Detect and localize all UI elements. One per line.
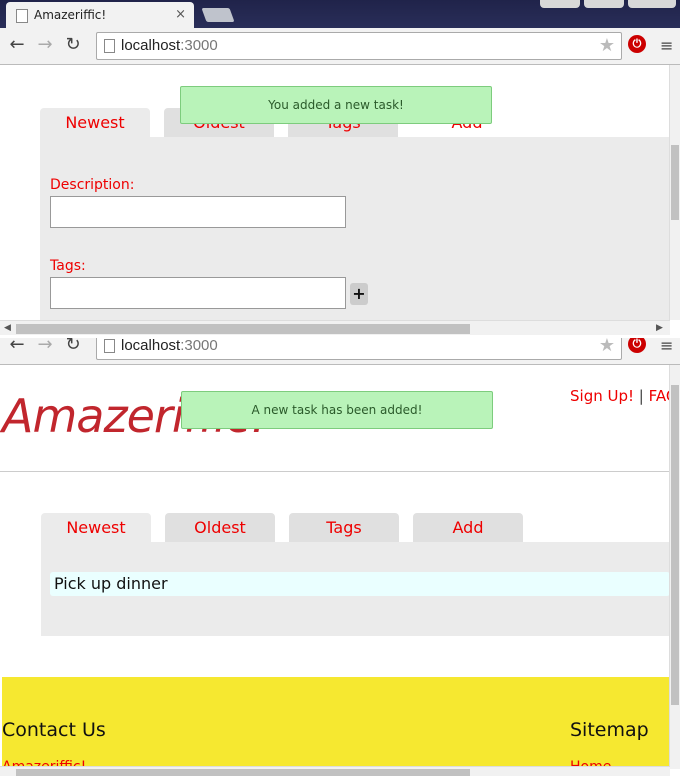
address-bar[interactable]: localhost:3000 ★ bbox=[96, 32, 622, 60]
description-label: Description: bbox=[50, 177, 135, 193]
window-close-button[interactable] bbox=[628, 0, 676, 8]
horizontal-scroll-thumb[interactable] bbox=[16, 769, 470, 776]
close-icon[interactable]: × bbox=[175, 7, 186, 22]
page-icon bbox=[104, 39, 115, 53]
task-item: Pick up dinner bbox=[50, 572, 670, 596]
browser-toolbar: ← → ↻ localhost:3000 ★ ⏻ ≡ bbox=[0, 28, 680, 65]
nav-separator: | bbox=[638, 387, 644, 405]
page-icon bbox=[16, 9, 28, 23]
url-text: localhost:3000 bbox=[121, 37, 218, 54]
page-content: Amazeriffic! Sign Up! | FAQ Newest Oldes… bbox=[0, 365, 670, 769]
browser-toolbar: ← → ↻ localhost:3000 ★ ⏻ ≡ bbox=[0, 338, 680, 365]
page-icon bbox=[104, 339, 115, 353]
back-icon[interactable]: ← bbox=[6, 338, 28, 356]
forward-icon[interactable]: → bbox=[34, 338, 56, 356]
top-nav: Sign Up! | FAQ bbox=[570, 387, 670, 405]
tab-strip: Amazeriffic! × bbox=[0, 0, 680, 30]
horizontal-scroll-thumb[interactable] bbox=[16, 324, 470, 334]
page-content: Newest Oldest Tags Add Description: Tags… bbox=[0, 65, 670, 320]
tab-tags[interactable]: Tags bbox=[289, 513, 399, 542]
add-tag-button[interactable]: + bbox=[350, 283, 368, 305]
address-bar[interactable]: localhost:3000 ★ bbox=[96, 338, 622, 360]
tab-newest[interactable]: Newest bbox=[41, 513, 151, 542]
bookmark-star-icon[interactable]: ★ bbox=[599, 338, 615, 356]
url-text: localhost:3000 bbox=[121, 338, 218, 354]
signup-link[interactable]: Sign Up! bbox=[570, 387, 634, 405]
forward-icon[interactable]: → bbox=[34, 34, 56, 56]
reload-icon[interactable]: ↻ bbox=[62, 34, 84, 56]
toast-notification: A new task has been added! bbox=[181, 391, 493, 429]
tab-title: Amazeriffic! bbox=[34, 8, 107, 22]
scroll-right-icon[interactable]: ▶ bbox=[656, 323, 663, 333]
maximize-button[interactable] bbox=[584, 0, 624, 8]
vertical-scrollbar[interactable] bbox=[669, 365, 680, 769]
tags-label: Tags: bbox=[50, 258, 86, 274]
extension-icon[interactable]: ⏻ bbox=[628, 35, 646, 53]
menu-icon[interactable]: ≡ bbox=[660, 338, 673, 355]
vertical-scroll-thumb[interactable] bbox=[671, 145, 679, 220]
tags-input[interactable] bbox=[50, 277, 346, 309]
horizontal-scrollbar[interactable] bbox=[0, 766, 670, 776]
vertical-scrollbar[interactable] bbox=[669, 65, 680, 320]
description-input[interactable] bbox=[50, 196, 346, 228]
faq-link[interactable]: FAQ bbox=[649, 387, 670, 405]
back-icon[interactable]: ← bbox=[6, 34, 28, 56]
tab-add[interactable]: Add bbox=[413, 513, 523, 542]
browser-window-bottom: ← → ↻ localhost:3000 ★ ⏻ ≡ Amazeriffic! … bbox=[0, 338, 680, 776]
toast-notification: You added a new task! bbox=[180, 86, 492, 124]
vertical-scroll-thumb[interactable] bbox=[671, 385, 679, 705]
browser-tab[interactable]: Amazeriffic! × bbox=[6, 2, 194, 30]
sitemap-heading: Sitemap bbox=[570, 719, 649, 741]
browser-window-top: Amazeriffic! × ← → ↻ localhost:3000 ★ ⏻ … bbox=[0, 0, 680, 340]
extension-icon[interactable]: ⏻ bbox=[628, 338, 646, 353]
minimize-button[interactable] bbox=[540, 0, 580, 8]
scroll-left-icon[interactable]: ◀ bbox=[4, 323, 11, 333]
menu-icon[interactable]: ≡ bbox=[660, 36, 673, 55]
footer: Contact Us Sitemap Amazeriffic! Home bbox=[2, 677, 670, 769]
contact-heading: Contact Us bbox=[2, 719, 106, 741]
new-tab-button[interactable] bbox=[201, 8, 235, 22]
reload-icon[interactable]: ↻ bbox=[62, 338, 84, 356]
tab-newest[interactable]: Newest bbox=[40, 108, 150, 137]
header-divider bbox=[0, 471, 670, 472]
tab-oldest[interactable]: Oldest bbox=[165, 513, 275, 542]
horizontal-scrollbar[interactable]: ◀ ▶ bbox=[0, 320, 670, 335]
tab-panel: Description: Tags: + bbox=[40, 137, 670, 320]
bookmark-star-icon[interactable]: ★ bbox=[599, 35, 615, 56]
